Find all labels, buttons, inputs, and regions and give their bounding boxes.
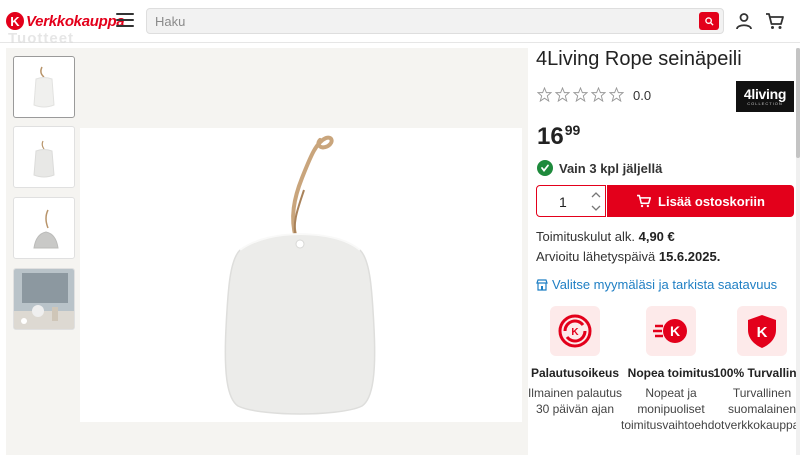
feature-title: 100% Turvallinen <box>713 366 800 380</box>
search-button[interactable] <box>699 12 719 30</box>
fast-delivery-icon: K <box>646 306 696 356</box>
chevron-up-icon[interactable] <box>591 191 601 199</box>
mirror-image <box>224 135 376 415</box>
brand-logo[interactable]: 4living COLLECTION <box>736 81 794 112</box>
svg-text:K: K <box>757 324 768 341</box>
shipping-cost: Toimituskulut alk. 4,90 € <box>536 229 675 244</box>
feature-description: Ilmainen palautus 30 päivän ajan <box>527 386 623 416</box>
star-empty-icon <box>555 87 570 102</box>
chevron-down-icon[interactable] <box>591 204 601 212</box>
ghost-overlay-text: Tuotteet <box>8 30 75 47</box>
check-circle-icon <box>537 160 553 176</box>
search-input[interactable] <box>155 13 685 29</box>
site-logo[interactable]: K Verkkokauppa <box>6 11 125 31</box>
star-empty-icon <box>591 87 606 102</box>
rating-stars[interactable] <box>537 87 627 102</box>
top-header: K Verkkokauppa <box>0 0 800 43</box>
store-icon <box>536 278 548 291</box>
add-to-cart-button[interactable]: Lisää ostoskoriin <box>607 185 794 217</box>
star-empty-icon <box>573 87 588 102</box>
stock-text: Vain 3 kpl jäljellä <box>559 160 663 176</box>
feature-description: Nopeat ja monipuoliset toimitusvaihtoehd… <box>621 386 725 432</box>
feature-secure-shop: K 100% Turvallinen Turvallinen suomalain… <box>712 306 800 433</box>
gallery-thumbnail-4[interactable] <box>13 268 75 330</box>
feature-title: Nopea toimitus <box>627 366 715 380</box>
product-title: 4Living Rope seinäpeili <box>536 48 742 70</box>
feature-fast-delivery: K Nopea toimitus Nopeat ja monipuoliset … <box>621 306 725 433</box>
search-icon <box>704 16 714 26</box>
logo-mark-icon: K <box>6 12 24 30</box>
gallery-thumbnail-2[interactable] <box>13 126 75 188</box>
add-to-cart-label: Lisää ostoskoriin <box>658 193 765 209</box>
main-product-image[interactable] <box>80 128 522 422</box>
return-policy-icon: K <box>550 306 600 356</box>
quantity-value[interactable]: 1 <box>559 194 567 210</box>
svg-text:K: K <box>571 327 579 338</box>
search-bar <box>146 8 724 34</box>
gallery-thumbnail-3[interactable] <box>13 197 75 259</box>
price-decimals: 99 <box>564 122 581 138</box>
price-integer: 16 <box>537 123 564 150</box>
quantity-stepper[interactable]: 1 <box>536 185 606 217</box>
logo-text: Verkkokauppa <box>26 12 125 30</box>
estimated-delivery: Arvioitu lähetyspäivä 15.6.2025. <box>536 249 721 264</box>
user-account-icon[interactable] <box>735 12 753 30</box>
select-store-link[interactable]: Valitse myymäläsi ja tarkista saatavuus <box>536 277 777 292</box>
star-empty-icon <box>609 87 624 102</box>
hamburger-menu-icon[interactable] <box>116 13 134 29</box>
cart-add-icon <box>637 194 652 208</box>
feature-title: Palautusoikeus <box>530 366 620 380</box>
rating-value: 0.0 <box>633 88 652 103</box>
shield-icon: K <box>737 306 787 356</box>
product-price: 1699 <box>537 122 580 151</box>
shopping-cart-icon[interactable] <box>765 12 785 30</box>
gallery-thumbnail-1[interactable] <box>13 56 75 118</box>
page-scrollbar-thumb[interactable] <box>796 48 800 158</box>
star-empty-icon <box>537 87 552 102</box>
stock-status: Vain 3 kpl jäljellä <box>537 160 662 176</box>
feature-return-policy: K Palautusoikeus Ilmainen palautus 30 pä… <box>525 306 625 417</box>
svg-text:K: K <box>670 323 680 339</box>
feature-description: Turvallinen suomalainen verkkokauppa <box>724 386 800 432</box>
